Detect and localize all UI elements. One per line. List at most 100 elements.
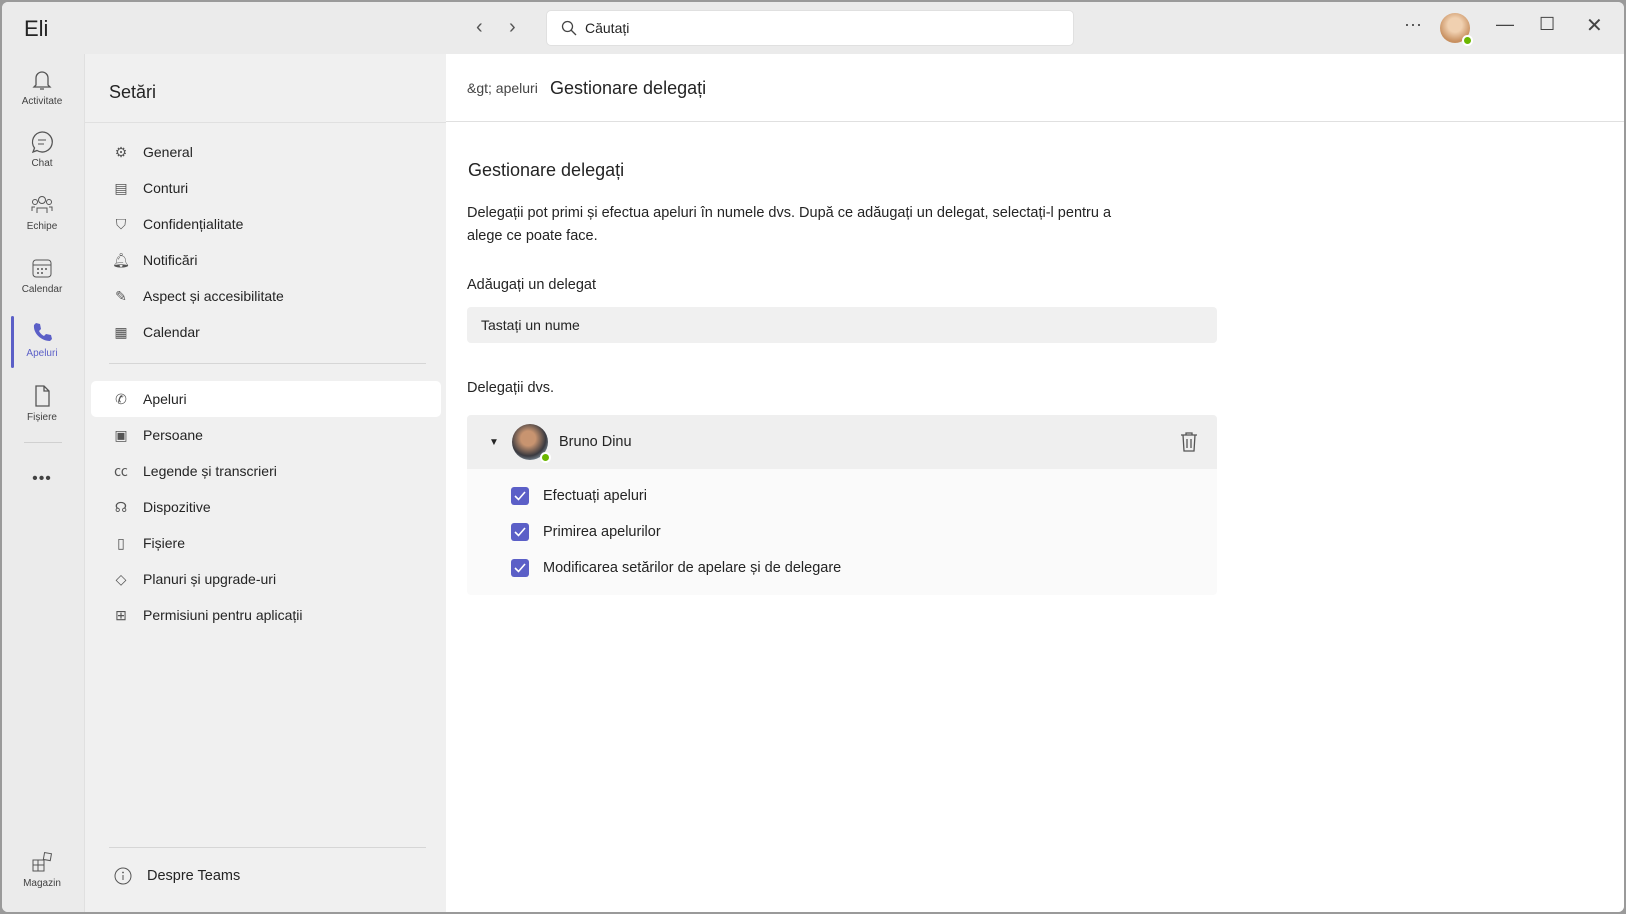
settings-item[interactable]: ✎ Aspect și accesibilitate	[91, 278, 441, 314]
back-button[interactable]: ‹	[476, 16, 483, 39]
teams-icon	[31, 196, 53, 213]
settings-item-icon: ⚙	[114, 143, 128, 160]
search-input[interactable]: Căutați	[546, 10, 1074, 46]
rail-item-chat[interactable]: Chat	[2, 130, 82, 169]
settings-item-label: Notificări	[143, 252, 198, 268]
rail-divider	[24, 442, 62, 443]
settings-item-icon: ▣	[114, 426, 128, 443]
rail-label: Echipe	[26, 221, 58, 232]
settings-item[interactable]: ▦ Calendar	[91, 314, 441, 350]
settings-item[interactable]: ☊ Dispozitive	[91, 489, 441, 525]
more-apps-button[interactable]: •••	[2, 470, 82, 488]
apps-icon	[32, 851, 53, 872]
maximize-button[interactable]: ☐	[1539, 14, 1555, 35]
checkbox-checked-icon[interactable]	[511, 523, 529, 541]
settings-item[interactable]: ⛉ Confidențialitate	[91, 206, 441, 242]
settings-item-icon: ◇	[115, 570, 127, 587]
close-button[interactable]: ✕	[1586, 13, 1603, 38]
minimize-button[interactable]: —	[1496, 14, 1514, 35]
app-rail: Activitate Chat Echipe Calendar Apeluri …	[2, 54, 82, 912]
page-title: Gestionare delegați	[550, 78, 707, 98]
settings-item-icon: ㏄	[114, 463, 128, 479]
settings-item-icon: ▯	[117, 534, 125, 551]
divider	[109, 847, 426, 848]
settings-item[interactable]: ㏄ Legende și transcrieri	[91, 453, 441, 489]
settings-pane: Setări ⚙ General ▤ Conturi ⛉ Confidențialitat…	[84, 54, 446, 912]
delegate-name: Bruno Dinu	[559, 434, 632, 450]
app-title: Eli	[24, 16, 49, 41]
main-content: &gt; apeluri Gestionare delegați Gestion…	[446, 54, 1624, 912]
permission-checkbox[interactable]: Efectuați apeluri	[511, 487, 647, 505]
collapse-caret-icon[interactable]: ▼	[489, 437, 499, 448]
settings-item[interactable]: ▣ Persoane	[91, 417, 441, 453]
delegate-header[interactable]: ▼ Bruno Dinu	[467, 415, 1217, 469]
settings-item-label: Calendar	[143, 324, 200, 340]
permission-label: Modificarea setărilor de apelare și de d…	[543, 560, 842, 576]
calendar-icon	[32, 259, 52, 278]
add-delegate-input[interactable]: Tastați un nume	[467, 307, 1217, 343]
presence-available-icon	[540, 452, 551, 463]
settings-item-icon: ✎	[115, 287, 127, 304]
settings-item[interactable]: ◇ Planuri și upgrade-uri	[91, 561, 441, 597]
settings-item-label: Persoane	[143, 427, 203, 443]
settings-item-label: General	[143, 144, 193, 160]
rail-item-store[interactable]: Magazin	[2, 850, 82, 889]
settings-item[interactable]: 🔔︎ Notificări	[91, 242, 441, 278]
about-teams-link[interactable]: Despre Teams	[113, 866, 240, 886]
delete-icon[interactable]	[1179, 431, 1199, 453]
rail-item-calls[interactable]: Apeluri	[2, 320, 82, 359]
forward-button[interactable]: ›	[509, 16, 516, 39]
breadcrumb[interactable]: &gt; apeluri	[467, 80, 538, 96]
settings-item[interactable]: ⚙ General	[91, 134, 441, 170]
settings-item-label: Permisiuni pentru aplicații	[143, 607, 303, 623]
info-icon	[114, 867, 132, 885]
settings-item[interactable]: ▯ Fișiere	[91, 525, 441, 561]
settings-item-icon: ☊	[114, 498, 128, 515]
divider	[446, 121, 1624, 122]
chat-icon	[31, 131, 53, 154]
settings-item-label: Planuri și upgrade-uri	[143, 571, 277, 587]
search-icon	[561, 20, 577, 36]
settings-item-icon: ⛉	[115, 215, 127, 232]
rail-label: Calendar	[21, 284, 63, 295]
permission-label: Primirea apelurilor	[543, 524, 661, 540]
settings-item-icon: ▦	[114, 323, 128, 340]
rail-label: Fișiere	[26, 412, 57, 423]
checkbox-checked-icon[interactable]	[511, 559, 529, 577]
settings-title: Setări	[109, 82, 157, 102]
section-description: Delegații pot primi și efectua apeluri î…	[467, 205, 1112, 244]
add-delegate-label: Adăugați un delegat	[467, 277, 596, 293]
rail-label: Apeluri	[26, 348, 58, 359]
permission-label: Efectuați apeluri	[543, 488, 647, 504]
delegates-label: Delegații dvs.	[467, 380, 555, 396]
settings-item-label: Conturi	[143, 180, 189, 196]
rail-item-teams[interactable]: Echipe	[2, 193, 82, 232]
permission-checkbox[interactable]: Modificarea setărilor de apelare și de d…	[511, 559, 841, 577]
settings-item[interactable]: ⊞ Permisiuni pentru aplicații	[91, 597, 441, 633]
permission-checkbox[interactable]: Primirea apelurilor	[511, 523, 661, 541]
settings-item-label: Aspect și accesibilitate	[143, 288, 284, 304]
checkbox-checked-icon[interactable]	[511, 487, 529, 505]
rail-label: Magazin	[23, 878, 61, 889]
settings-item[interactable]: ▤ Conturi	[91, 170, 441, 206]
search-placeholder: Căutați	[585, 20, 630, 36]
divider	[85, 122, 446, 123]
divider	[109, 363, 426, 364]
file-icon	[35, 385, 50, 407]
settings-item-icon: 🔔︎	[112, 251, 130, 268]
about-label: Despre Teams	[147, 868, 241, 884]
delegate-card: ▼ Bruno Dinu Efectuați apeluri Primirea a…	[467, 415, 1217, 595]
teams-window: Eli ‹ › Căutați ··· — ☐ ✕ Activitate Cha…	[2, 2, 1624, 912]
settings-item[interactable]: ✆ Apeluri	[91, 381, 441, 417]
section-title: Gestionare delegați	[468, 160, 625, 180]
title-bar: Eli ‹ › Căutați ··· — ☐ ✕	[2, 2, 1624, 54]
settings-item-label: Dispozitive	[143, 499, 211, 515]
rail-item-calendar[interactable]: Calendar	[2, 256, 82, 295]
settings-item-label: Confidențialitate	[143, 216, 244, 232]
user-avatar[interactable]	[1440, 13, 1473, 46]
settings-item-icon: ⊞	[115, 606, 127, 623]
presence-available-icon	[1462, 35, 1473, 46]
rail-item-activity[interactable]: Activitate	[2, 68, 82, 107]
rail-item-files[interactable]: Fișiere	[2, 384, 82, 423]
more-options-icon[interactable]: ···	[1404, 14, 1422, 35]
